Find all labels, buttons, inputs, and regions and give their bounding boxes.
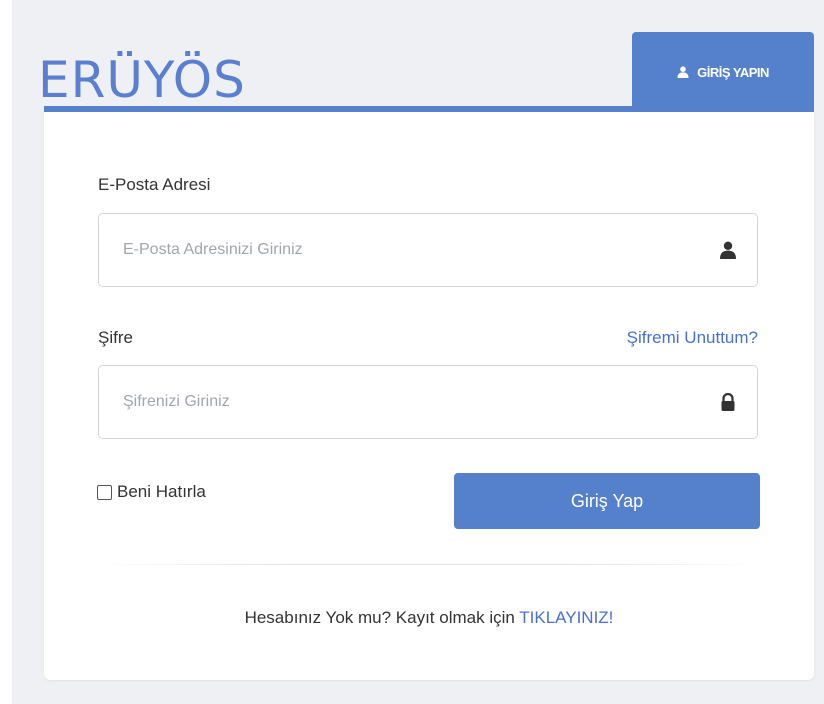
- email-field[interactable]: [98, 213, 758, 287]
- login-card: E-Posta Adresi Şifre Şifremi Unuttum? Be…: [44, 112, 814, 680]
- brand-logo: ERÜYÖS: [38, 51, 246, 109]
- lock-icon: [719, 392, 737, 411]
- signup-link[interactable]: TIKLAYINIZ!: [519, 608, 613, 627]
- page-edge: [0, 0, 12, 704]
- forgot-password-link[interactable]: Şifremi Unuttum?: [627, 328, 758, 348]
- user-icon: [719, 241, 737, 259]
- remember-checkbox[interactable]: [97, 484, 112, 500]
- signup-prompt: Hesabınız Yok mu? Kayıt olmak için TIKLA…: [44, 608, 814, 628]
- password-field[interactable]: [98, 365, 758, 439]
- tab-login-label: GİRİŞ YAPIN: [697, 64, 769, 80]
- divider: [98, 564, 758, 565]
- login-button[interactable]: Giriş Yap: [454, 473, 760, 529]
- remember-label: Beni Hatırla: [117, 482, 206, 501]
- tab-login[interactable]: GİRİŞ YAPIN: [632, 32, 814, 112]
- password-input[interactable]: [123, 366, 683, 438]
- signup-text: Hesabınız Yok mu? Kayıt olmak için: [244, 608, 515, 627]
- password-label: Şifre: [98, 328, 133, 347]
- user-icon: [677, 66, 689, 78]
- email-label: E-Posta Adresi: [98, 175, 211, 194]
- remember-me[interactable]: Beni Hatırla: [97, 482, 206, 502]
- email-input[interactable]: [123, 214, 683, 286]
